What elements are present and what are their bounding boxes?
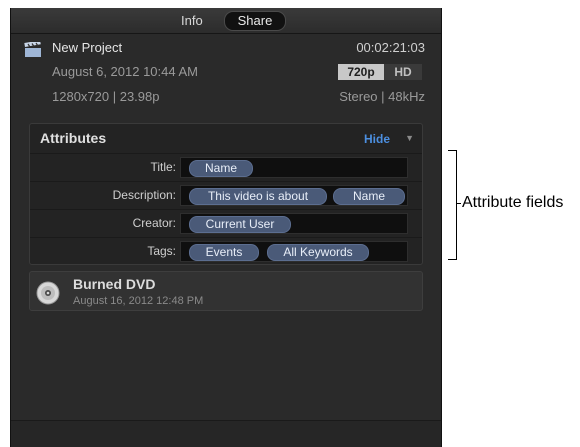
description-field[interactable]: This video is about Name: [180, 185, 408, 206]
attribute-label: Creator:: [132, 216, 176, 230]
project-date: August 6, 2012 10:44 AM: [52, 64, 198, 79]
title-field[interactable]: Name: [180, 157, 408, 178]
dvd-icon: [36, 281, 60, 310]
inspector-tab-bar: Info Share: [11, 8, 441, 34]
attribute-row-creator: Creator: Current User: [30, 209, 422, 237]
inspector-footer: [11, 420, 441, 447]
tab-share[interactable]: Share: [224, 11, 286, 31]
attributes-header: Attributes: [40, 130, 107, 146]
attribute-token[interactable]: This video is about: [189, 188, 327, 205]
callout-tick: [456, 203, 461, 204]
attribute-token[interactable]: All Keywords: [267, 244, 369, 261]
burned-dvd-item[interactable]: Burned DVD August 16, 2012 12:48 PM: [29, 271, 423, 311]
creator-field[interactable]: Current User: [180, 213, 408, 234]
resolution-badge: 720p: [338, 64, 384, 80]
hide-attributes-button[interactable]: Hide: [364, 132, 390, 146]
attribute-token[interactable]: Name: [189, 160, 253, 177]
attributes-section: Attributes Hide ▼ Title: Name Descriptio…: [29, 123, 423, 265]
project-name: New Project: [52, 40, 123, 55]
clapperboard-icon: [24, 40, 42, 63]
callout-label: Attribute fields: [462, 194, 564, 211]
chevron-down-icon[interactable]: ▼: [405, 133, 414, 143]
attribute-row-tags: Tags: Events All Keywords: [30, 237, 422, 265]
share-inspector-panel: Info Share New Project 00:02:21:03 Augus…: [10, 8, 442, 447]
attribute-token[interactable]: Events: [189, 244, 259, 261]
burned-dvd-title: Burned DVD: [73, 276, 156, 292]
attribute-label: Tags:: [147, 244, 176, 258]
attribute-row-title: Title: Name: [30, 153, 422, 181]
burned-dvd-date: August 16, 2012 12:48 PM: [73, 295, 204, 307]
attribute-label: Description:: [112, 188, 176, 202]
attribute-token[interactable]: Current User: [189, 216, 291, 233]
project-duration: 00:02:21:03: [356, 40, 425, 55]
attribute-token[interactable]: Name: [333, 188, 405, 205]
project-format: 1280x720 | 23.98p: [52, 89, 160, 104]
attribute-label: Title:: [150, 160, 176, 174]
hd-badge: HD: [384, 64, 422, 80]
project-audio: Stereo | 48kHz: [339, 89, 425, 104]
callout-bracket: [448, 150, 457, 260]
attribute-row-description: Description: This video is about Name: [30, 181, 422, 209]
tab-info[interactable]: Info: [181, 13, 203, 28]
tags-field[interactable]: Events All Keywords: [180, 241, 408, 262]
